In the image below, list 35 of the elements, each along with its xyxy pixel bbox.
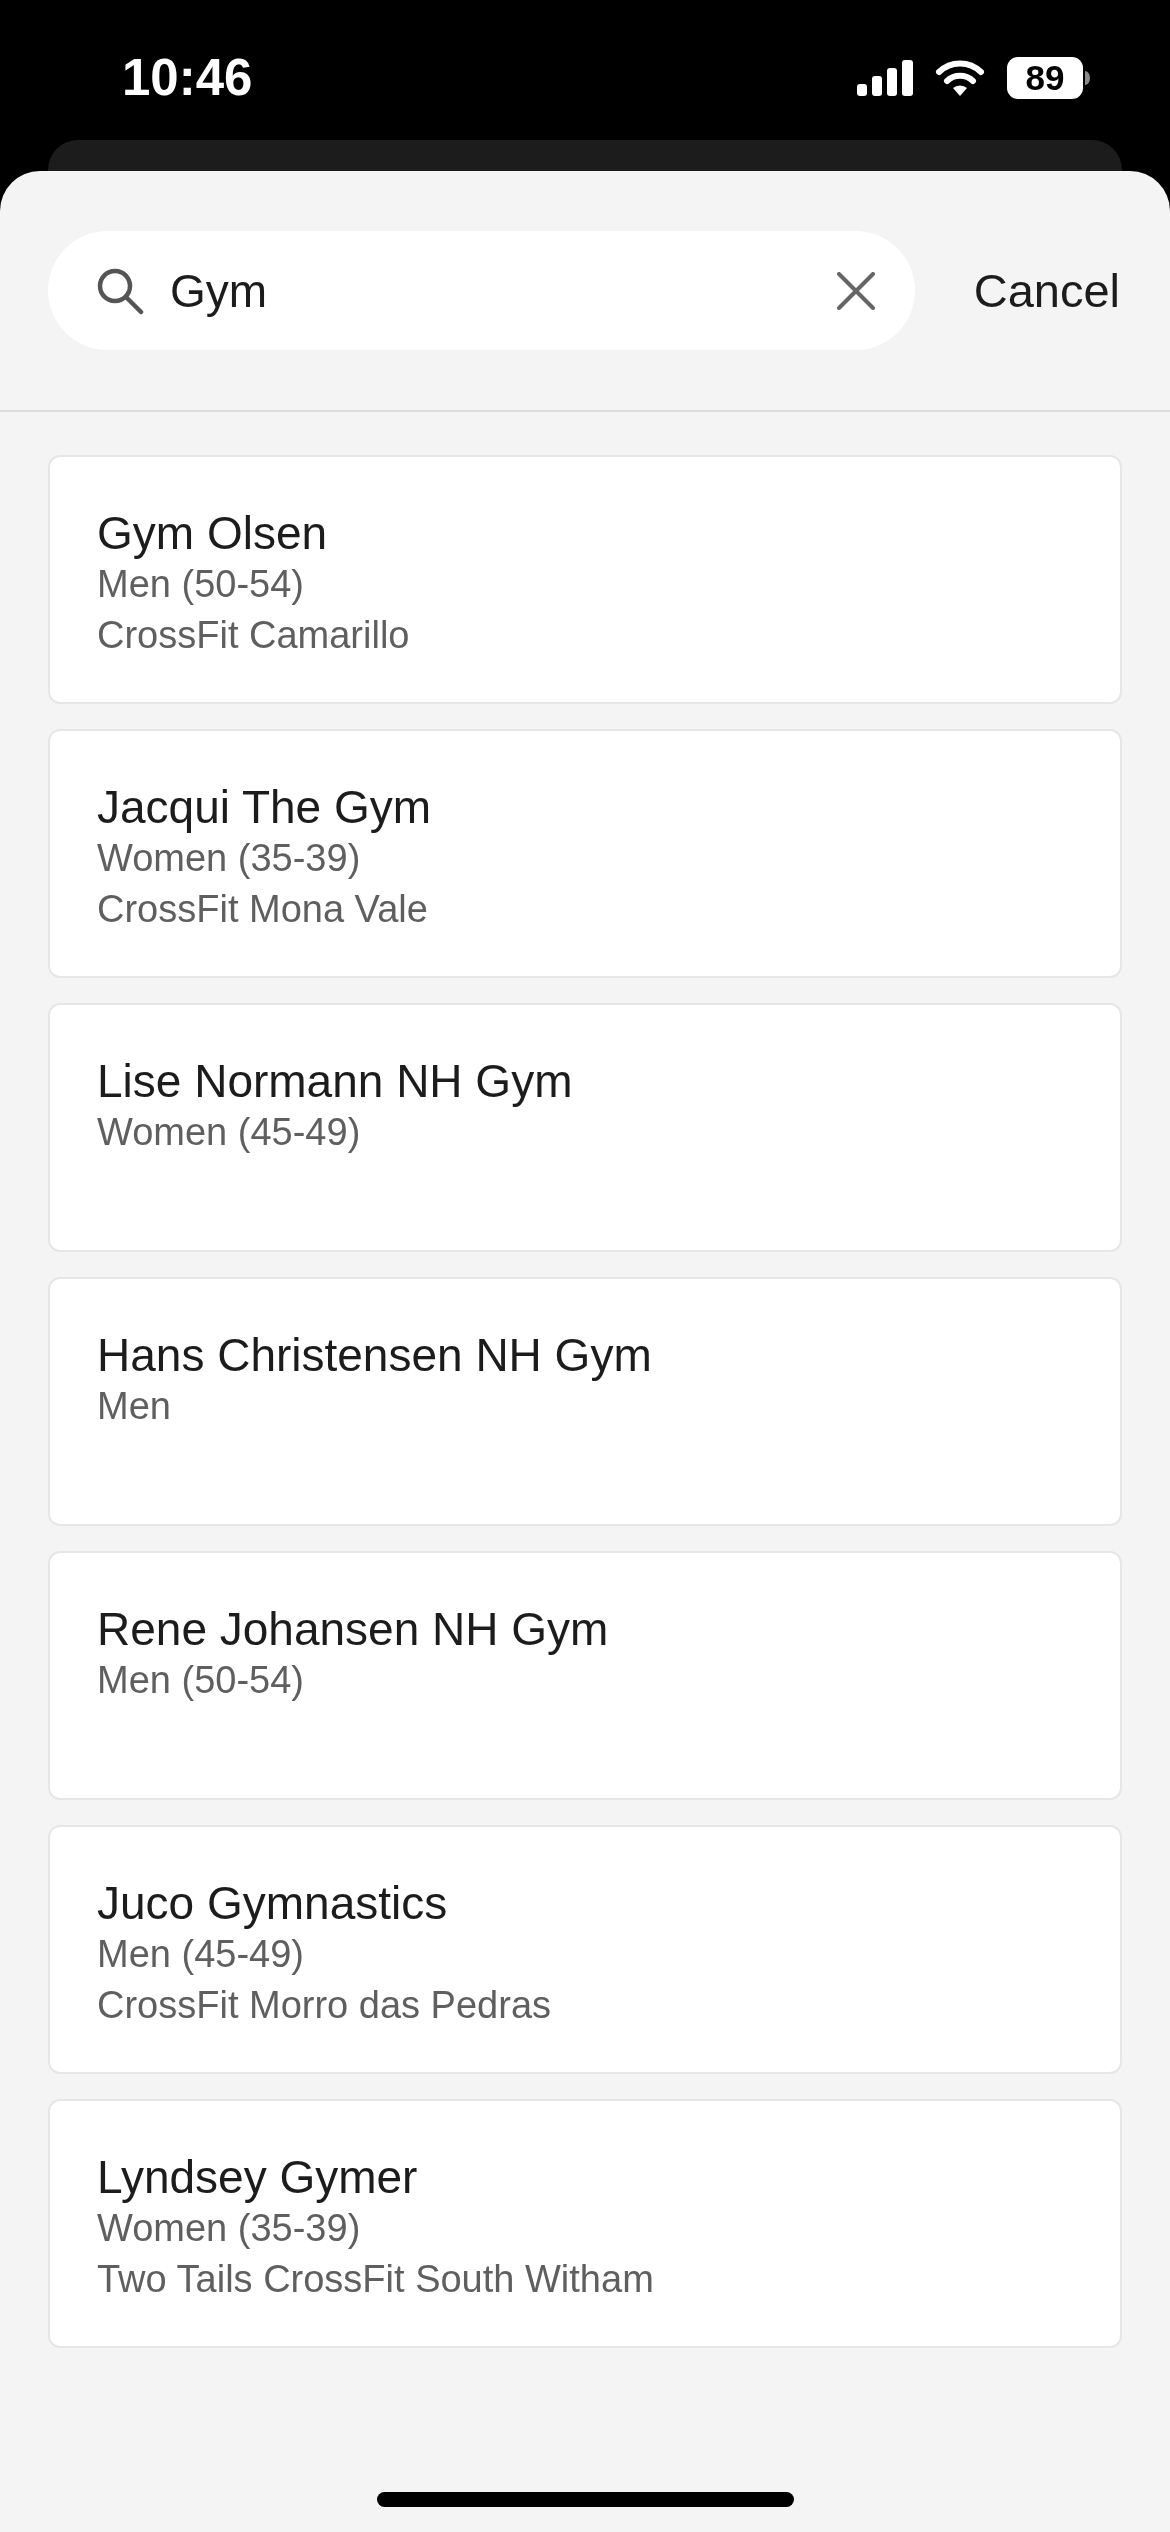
result-card[interactable]: Lise Normann NH Gym Women (45-49) — [48, 1003, 1122, 1252]
athlete-name: Gym Olsen — [97, 507, 328, 559]
result-card[interactable]: Gym Olsen Men (50-54) CrossFit Camarillo — [48, 455, 1122, 704]
battery-percentage: 89 — [1007, 57, 1083, 99]
athlete-name: Lyndsey Gymer — [97, 2151, 418, 2203]
affiliate-label: Two Tails CrossFit South Witham — [97, 2257, 654, 2302]
result-card[interactable]: Lyndsey Gymer Women (35-39) Two Tails CrossFit South Witham — [48, 2099, 1122, 2348]
search-input[interactable]: Gym — [170, 263, 817, 318]
close-icon[interactable] — [837, 271, 875, 310]
result-card[interactable]: Hans Christensen NH Gym Men — [48, 1277, 1122, 1526]
battery-cap-icon — [1085, 71, 1090, 85]
search-icon — [96, 266, 144, 315]
search-field[interactable]: Gym — [48, 231, 915, 350]
athlete-name: Juco Gymnastics — [97, 1877, 448, 1929]
affiliate-label: CrossFit Morro das Pedras — [97, 1983, 551, 2028]
division-label: Women (35-39) — [97, 2206, 361, 2251]
division-label: Men (50-54) — [97, 562, 304, 607]
result-card[interactable]: Jacqui The Gym Women (35-39) CrossFit Mona Vale — [48, 729, 1122, 978]
athlete-name: Jacqui The Gym — [97, 781, 432, 833]
affiliate-label: CrossFit Camarillo — [97, 613, 410, 658]
athlete-name: Lise Normann NH Gym — [97, 1055, 573, 1107]
athlete-name: Rene Johansen NH Gym — [97, 1603, 609, 1655]
division-label: Men — [97, 1384, 171, 1429]
division-label: Women (35-39) — [97, 836, 361, 881]
cancel-button[interactable]: Cancel — [973, 262, 1120, 319]
affiliate-label: CrossFit Mona Vale — [97, 887, 428, 932]
result-card[interactable]: Rene Johansen NH Gym Men (50-54) — [48, 1551, 1122, 1800]
division-label: Women (45-49) — [97, 1110, 361, 1155]
status-time: 10:46 — [122, 48, 253, 108]
wifi-icon — [935, 60, 985, 96]
athlete-name: Hans Christensen NH Gym — [97, 1329, 652, 1381]
division-label: Men (50-54) — [97, 1658, 304, 1703]
signal-icon — [857, 60, 913, 96]
division-label: Men (45-49) — [97, 1932, 304, 1977]
result-card[interactable]: Juco Gymnastics Men (45-49) CrossFit Morro das Pedras — [48, 1825, 1122, 2074]
